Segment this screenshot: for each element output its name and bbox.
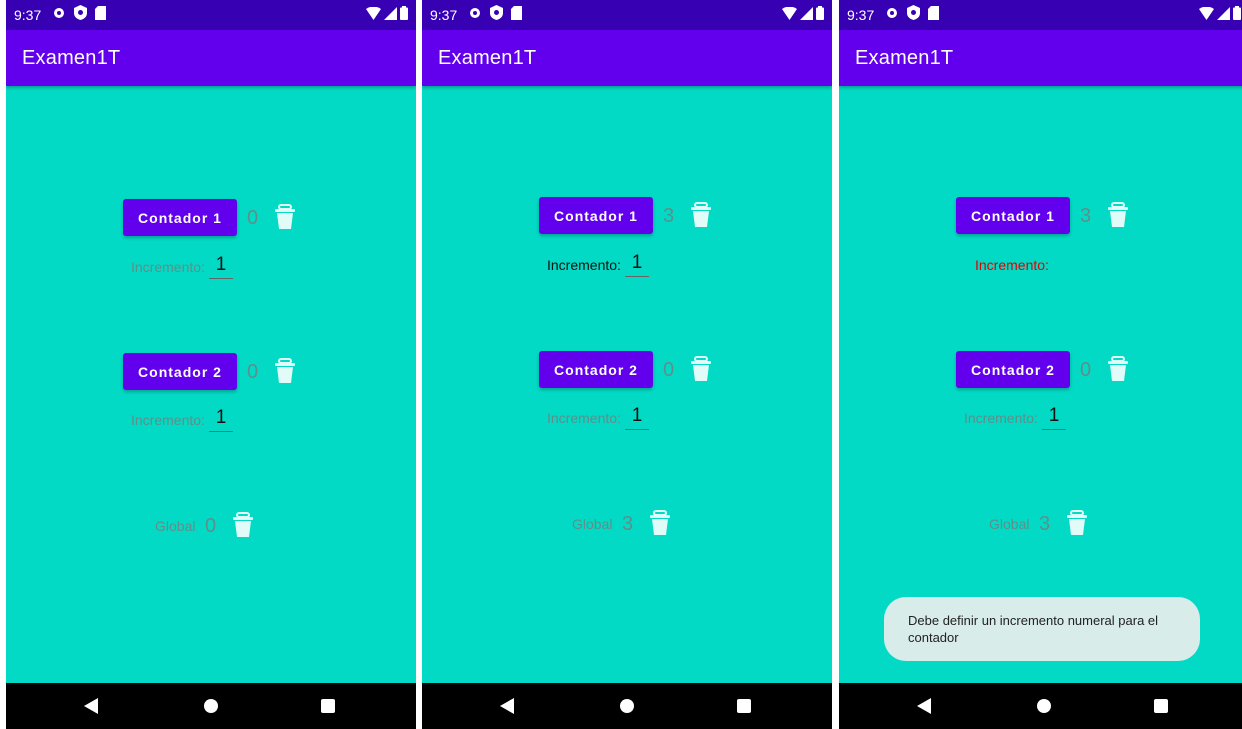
- trash-icon[interactable]: [690, 202, 712, 228]
- contador-1-button[interactable]: Contador 1: [539, 197, 653, 234]
- status-bar: 9:37: [422, 0, 832, 30]
- incremento-1-label: Incremento:: [547, 257, 621, 273]
- shield-icon: [74, 5, 87, 20]
- trash-icon[interactable]: [274, 204, 296, 230]
- incremento-1-input[interactable]: 1: [625, 252, 649, 277]
- global-label: Global: [989, 516, 1030, 532]
- trash-icon[interactable]: [1066, 510, 1088, 536]
- nav-bar: [839, 683, 1242, 729]
- sd-card-icon: [928, 5, 939, 20]
- app-title: Examen1T: [438, 47, 537, 69]
- shield-icon: [490, 5, 503, 20]
- incremento-2-input[interactable]: 1: [625, 405, 649, 430]
- recents-icon[interactable]: [1154, 699, 1168, 713]
- app-bar: Examen1T: [839, 30, 1242, 86]
- incremento-2-label: Incremento:: [964, 410, 1038, 426]
- shield-icon: [907, 5, 920, 20]
- contador-1-value: 3: [663, 205, 675, 227]
- battery-icon: [1233, 6, 1241, 20]
- settings-icon: [54, 7, 64, 18]
- home-icon[interactable]: [204, 699, 218, 713]
- trash-icon[interactable]: [274, 358, 296, 384]
- contador-1-button[interactable]: Contador 1: [123, 199, 237, 236]
- incremento-1-label: Incremento:: [975, 257, 1049, 273]
- settings-icon: [470, 7, 480, 18]
- battery-icon: [400, 6, 408, 20]
- app-title: Examen1T: [22, 47, 121, 69]
- contador-2-value: 0: [663, 359, 675, 381]
- toast-message: Debe definir un incremento numeral para …: [884, 597, 1200, 661]
- contador-2-value: 0: [1080, 359, 1092, 381]
- incremento-2-input[interactable]: 1: [1042, 405, 1066, 430]
- contador-1-value: 0: [247, 207, 259, 229]
- nav-bar: [422, 683, 832, 729]
- contador-2-value: 0: [247, 361, 259, 383]
- signal-icon: [800, 6, 813, 20]
- status-bar: 9:37: [839, 0, 1242, 30]
- nav-bar: [6, 683, 416, 729]
- settings-icon: [887, 7, 897, 18]
- sd-card-icon: [511, 5, 522, 20]
- sd-card-icon: [95, 5, 106, 20]
- trash-icon[interactable]: [1107, 202, 1129, 228]
- app-bar: Examen1T: [422, 30, 832, 86]
- contador-1-value: 3: [1080, 205, 1092, 227]
- trash-icon[interactable]: [232, 512, 254, 538]
- global-value: 3: [1039, 513, 1051, 535]
- global-value: 3: [622, 513, 634, 535]
- status-time: 9:37: [847, 7, 875, 23]
- home-icon[interactable]: [620, 699, 634, 713]
- app-bar: Examen1T: [6, 30, 416, 86]
- incremento-1-input[interactable]: [1055, 252, 1056, 276]
- wifi-icon: [366, 6, 381, 20]
- global-label: Global: [155, 518, 196, 534]
- back-icon[interactable]: [84, 698, 98, 714]
- trash-icon[interactable]: [1107, 356, 1129, 382]
- screen-3: 9:37 Examen1T Contador 1 3 Incremento: C…: [839, 0, 1242, 729]
- back-icon[interactable]: [500, 698, 514, 714]
- global-value: 0: [205, 515, 217, 537]
- status-time: 9:37: [14, 7, 42, 23]
- app-title: Examen1T: [855, 47, 954, 69]
- battery-icon: [816, 6, 824, 20]
- contador-2-button[interactable]: Contador 2: [539, 351, 653, 388]
- wifi-icon: [782, 6, 797, 20]
- status-time: 9:37: [430, 7, 458, 23]
- contador-2-button[interactable]: Contador 2: [956, 351, 1070, 388]
- incremento-1-input[interactable]: 1: [209, 254, 233, 279]
- incremento-2-label: Incremento:: [547, 410, 621, 426]
- status-bar: 9:37: [6, 0, 416, 30]
- incremento-2-input[interactable]: 1: [209, 407, 233, 432]
- trash-icon[interactable]: [649, 510, 671, 536]
- incremento-2-label: Incremento:: [131, 412, 205, 428]
- incremento-1-label: Incremento:: [131, 259, 205, 275]
- contador-2-button[interactable]: Contador 2: [123, 353, 237, 390]
- recents-icon[interactable]: [737, 699, 751, 713]
- global-label: Global: [572, 516, 613, 532]
- back-icon[interactable]: [917, 698, 931, 714]
- screen-2: 9:37 Examen1T Contador 1 3 Incremento: 1…: [422, 0, 832, 729]
- home-icon[interactable]: [1037, 699, 1051, 713]
- signal-icon: [384, 6, 397, 20]
- signal-icon: [1217, 6, 1230, 20]
- contador-1-button[interactable]: Contador 1: [956, 197, 1070, 234]
- wifi-icon: [1199, 6, 1214, 20]
- trash-icon[interactable]: [690, 356, 712, 382]
- recents-icon[interactable]: [321, 699, 335, 713]
- screen-1: 9:37 Examen1T Contador 1 0 Incremento: 1…: [6, 0, 416, 729]
